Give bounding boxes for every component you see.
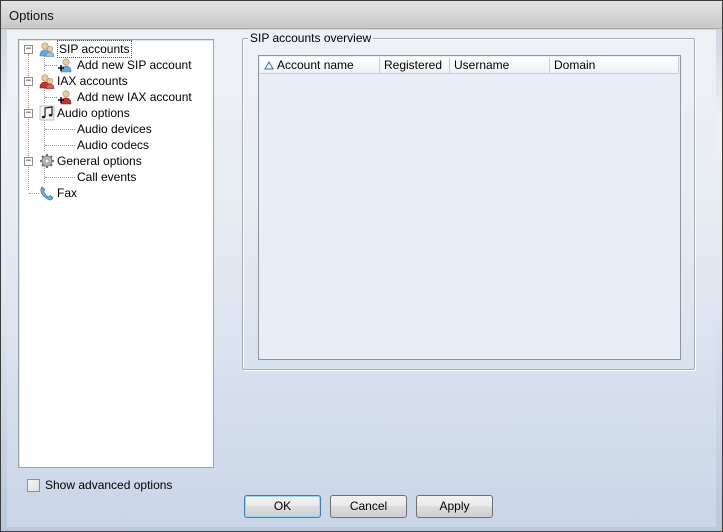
groupbox-title: SIP accounts overview (248, 31, 374, 45)
options-tree[interactable]: − SIP accounts Add new SIP account − IAX… (18, 39, 214, 468)
tree-item-audio-devices[interactable]: Audio devices (19, 121, 209, 137)
gear-icon (40, 154, 54, 168)
add-sip-account-icon (58, 58, 72, 73)
tree-connector (29, 193, 39, 194)
column-header-account-name[interactable]: Account name (260, 57, 380, 74)
column-header-registered[interactable]: Registered (380, 57, 450, 74)
column-label: Domain (554, 58, 596, 72)
sip-accounts-icon (39, 42, 55, 57)
tree-item-audio-codecs[interactable]: Audio codecs (19, 137, 209, 153)
options-window: Options − SIP accounts Add new SIP accou… (0, 0, 723, 532)
tree-connector (45, 177, 75, 178)
tree-item-label: Audio codecs (77, 138, 150, 152)
collapse-icon[interactable]: − (24, 109, 33, 118)
tree-item-sip-accounts[interactable]: − SIP accounts (19, 40, 209, 58)
tree-item-audio-options[interactable]: − Audio options (19, 105, 209, 121)
tree-item-iax-accounts[interactable]: − IAX accounts (19, 73, 209, 89)
tree-connector (45, 65, 57, 66)
collapse-icon[interactable]: − (24, 157, 33, 166)
collapse-icon[interactable]: − (24, 77, 33, 86)
cancel-button[interactable]: Cancel (330, 495, 407, 518)
title-bar[interactable]: Options (1, 1, 722, 29)
music-note-icon (39, 105, 55, 121)
tree-item-fax[interactable]: Fax (19, 185, 209, 201)
tree-connector (45, 97, 57, 98)
tree-item-label: Fax (57, 186, 78, 200)
iax-accounts-icon (39, 74, 55, 89)
tree-connector (45, 129, 75, 130)
tree-item-label: IAX accounts (57, 74, 128, 88)
tree-item-label: Add new IAX account (77, 90, 192, 104)
column-label: Username (454, 58, 510, 72)
sip-accounts-list[interactable]: Account name Registered Username Domain (258, 55, 681, 360)
window-title: Options (9, 8, 54, 23)
column-header-domain[interactable]: Domain (550, 57, 679, 74)
show-advanced-checkbox[interactable] (27, 479, 40, 492)
add-iax-account-icon (58, 90, 72, 105)
tree-item-label: General options (57, 154, 142, 168)
list-header: Account name Registered Username Domain (260, 57, 679, 74)
fax-phone-icon (40, 186, 54, 201)
column-label: Registered (384, 58, 443, 72)
tree-item-label: Audio devices (77, 122, 152, 136)
tree-item-label: Call events (77, 170, 137, 184)
column-label: Account name (277, 58, 354, 72)
tree-item-label: Add new SIP account (77, 58, 192, 72)
tree-item-label: Audio options (57, 106, 130, 120)
tree-item-general-options[interactable]: − General options (19, 153, 209, 169)
ok-button[interactable]: OK (244, 495, 321, 518)
tree-item-add-iax-account[interactable]: Add new IAX account (19, 89, 209, 105)
collapse-icon[interactable]: − (24, 45, 33, 54)
show-advanced-label[interactable]: Show advanced options (45, 478, 172, 492)
tree-item-add-sip-account[interactable]: Add new SIP account (19, 57, 209, 73)
tree-connector (45, 145, 75, 146)
apply-button[interactable]: Apply (416, 495, 493, 518)
tree-item-label: SIP accounts (57, 40, 132, 58)
sort-ascending-icon (264, 61, 274, 70)
column-header-username[interactable]: Username (450, 57, 550, 74)
tree-item-call-events[interactable]: Call events (19, 169, 209, 185)
